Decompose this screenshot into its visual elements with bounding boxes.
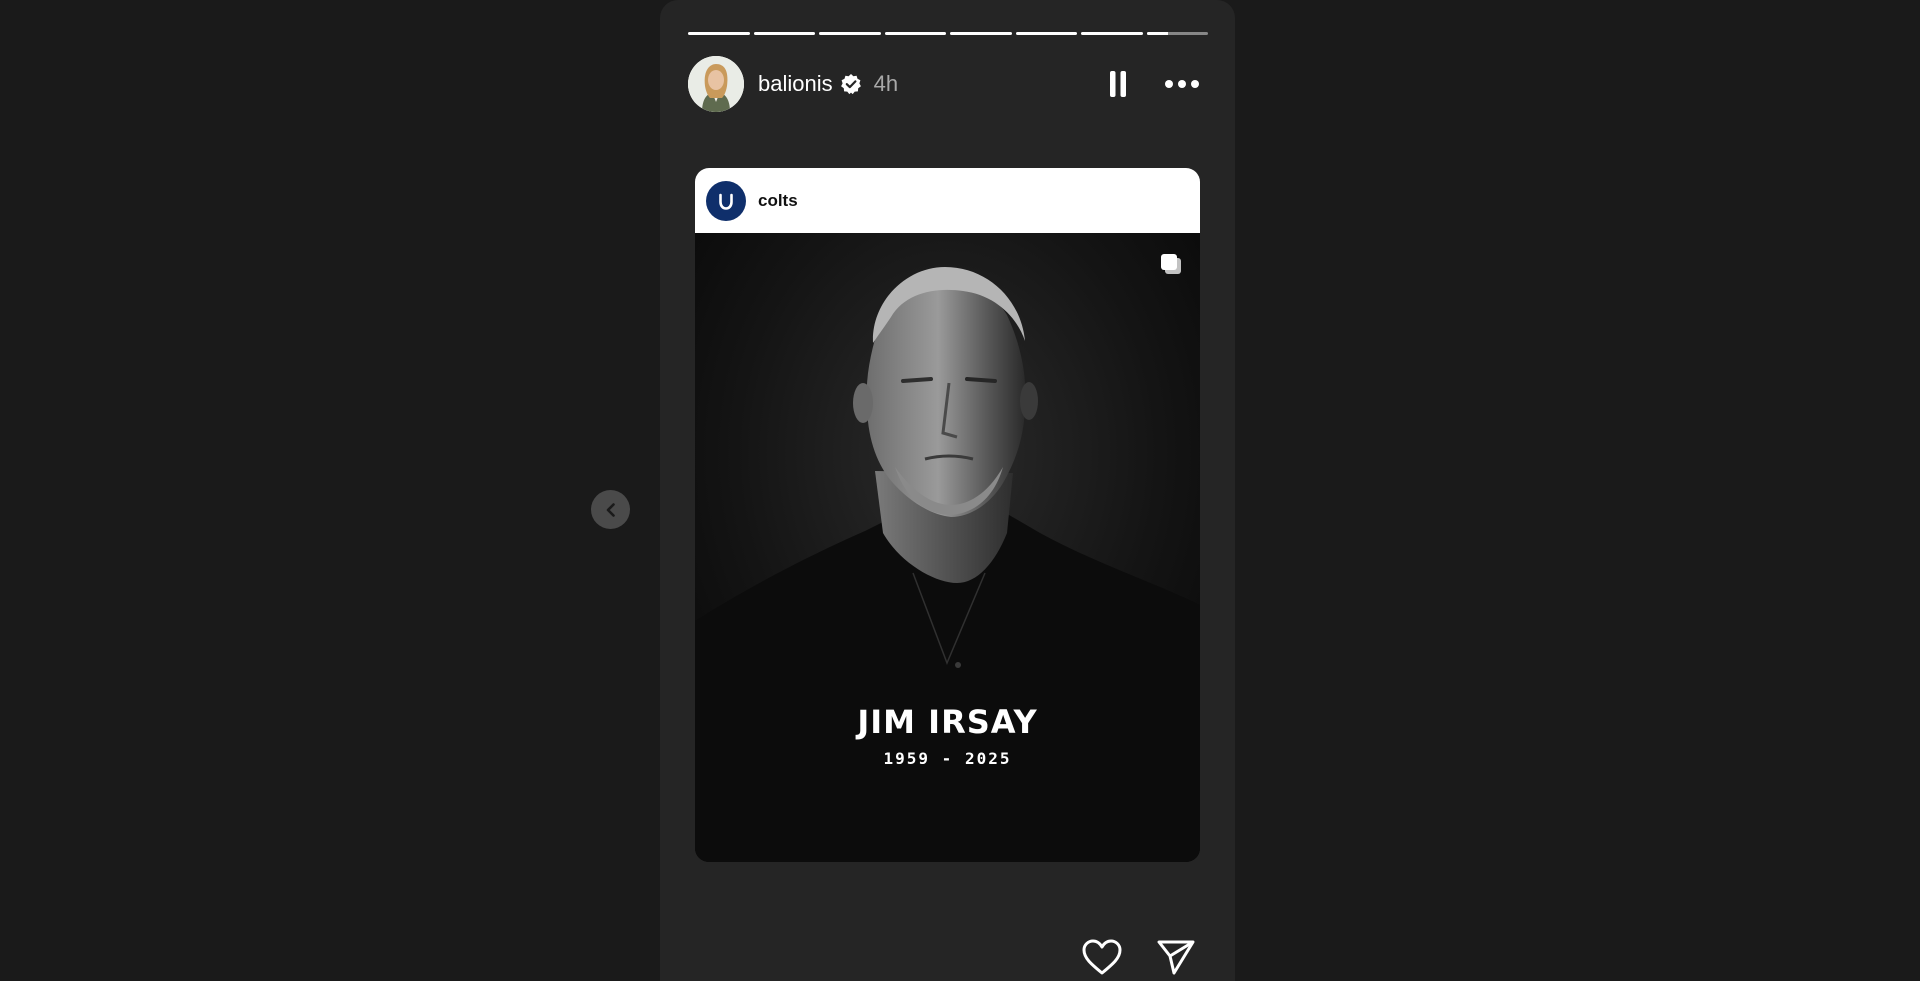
story-footer-actions [1080, 937, 1198, 977]
progress-segment [884, 32, 946, 35]
pause-icon [1110, 71, 1126, 97]
story-viewer-page: balionis 4h colts JIM IRSAY 1959 - 2025 [0, 0, 1920, 981]
progress-segment-fill [1081, 32, 1143, 35]
send-button[interactable] [1154, 937, 1198, 977]
progress-segment [688, 32, 750, 35]
heart-icon [1082, 939, 1122, 975]
story-timestamp: 4h [873, 71, 899, 96]
progress-segment [1146, 32, 1208, 35]
like-button[interactable] [1080, 937, 1124, 977]
progress-segment-fill [1015, 32, 1077, 35]
avatar[interactable] [688, 56, 744, 112]
previous-story-button[interactable] [591, 490, 630, 529]
progress-segment-fill [688, 32, 750, 35]
story-panel[interactable]: balionis 4h colts JIM IRSAY 1959 - 2025 [660, 0, 1235, 981]
story-header: balionis 4h [688, 56, 1208, 112]
progress-segment [1015, 32, 1077, 35]
carousel-icon [1158, 251, 1184, 282]
verified-badge-icon [840, 73, 862, 95]
progress-segment [819, 32, 881, 35]
shared-post-card[interactable]: colts JIM IRSAY 1959 - 2025 [695, 168, 1200, 862]
memorial-photo: JIM IRSAY 1959 - 2025 [695, 233, 1200, 862]
story-progress-bar [688, 32, 1208, 35]
progress-segment [1081, 32, 1143, 35]
progress-segment-fill [1146, 32, 1169, 35]
memorial-years: 1959 - 2025 [883, 749, 1012, 768]
chevron-left-icon [606, 502, 615, 517]
pause-button[interactable] [1098, 64, 1138, 104]
more-options-button[interactable] [1160, 64, 1204, 104]
send-icon [1157, 940, 1195, 975]
profile-photo-icon [688, 56, 744, 112]
colts-logo-avatar[interactable] [706, 180, 746, 221]
more-options-icon [1165, 80, 1199, 88]
progress-segment-fill [819, 32, 881, 35]
progress-segment [950, 32, 1012, 35]
shared-post-header: colts [695, 168, 1200, 233]
progress-segment-fill [950, 32, 1012, 35]
shared-post-account[interactable]: colts [758, 191, 798, 211]
memorial-name: JIM IRSAY [857, 703, 1038, 741]
colts-horseshoe-logo-icon [719, 193, 733, 210]
progress-segment-fill [753, 32, 815, 35]
progress-segment-fill [884, 32, 946, 35]
progress-segment [753, 32, 815, 35]
story-username[interactable]: balionis [758, 71, 833, 97]
